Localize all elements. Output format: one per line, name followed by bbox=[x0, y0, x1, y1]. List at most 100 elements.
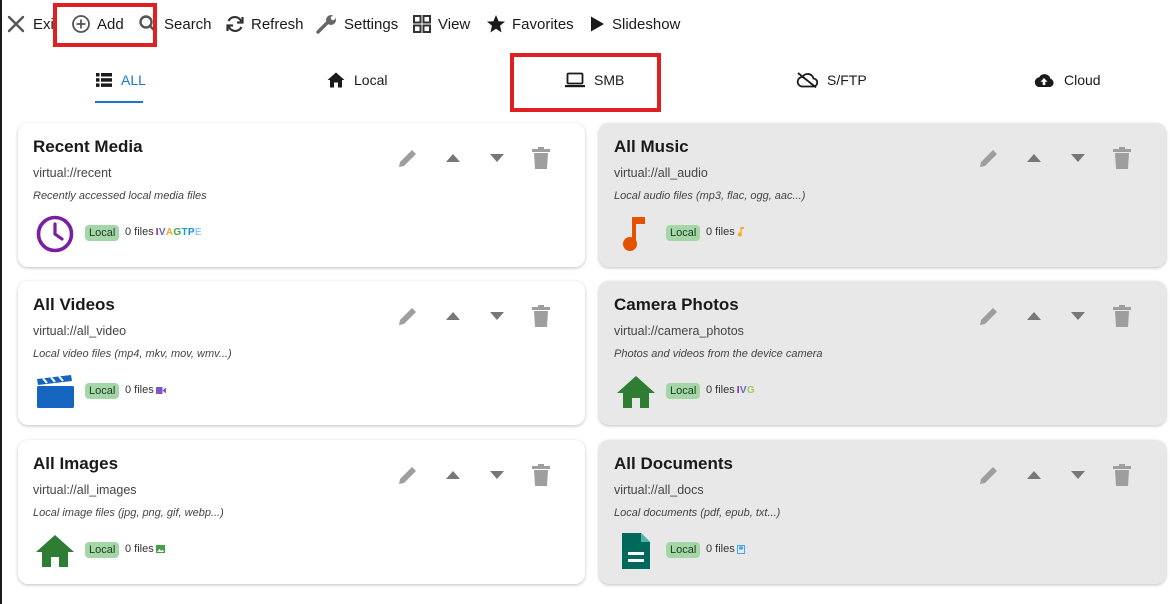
move-up-button[interactable] bbox=[440, 303, 466, 329]
delete-button[interactable] bbox=[1109, 303, 1135, 329]
library-card-all-videos[interactable]: All Videos virtual://all_video Local vid… bbox=[18, 281, 585, 425]
library-card-all-images[interactable]: All Images virtual://all_images Local im… bbox=[18, 440, 585, 584]
slideshow-button[interactable]: Slideshow bbox=[588, 9, 680, 39]
card-actions bbox=[966, 303, 1166, 329]
exit-label: Exi bbox=[33, 15, 54, 33]
file-count-text: 0 files bbox=[706, 543, 735, 555]
file-count-text: 0 files bbox=[125, 543, 154, 555]
card-path: virtual://all_video bbox=[33, 324, 127, 338]
pencil-icon bbox=[399, 467, 416, 484]
move-up-button[interactable] bbox=[1021, 303, 1047, 329]
edit-button[interactable] bbox=[395, 145, 421, 171]
source-badge: Local bbox=[85, 542, 120, 558]
move-up-button[interactable] bbox=[1021, 462, 1047, 488]
pencil-icon bbox=[399, 308, 416, 325]
trash-icon bbox=[1113, 464, 1131, 486]
trash-icon bbox=[532, 305, 550, 327]
settings-button[interactable]: Settings bbox=[316, 9, 398, 39]
delete-button[interactable] bbox=[528, 462, 554, 488]
card-path: virtual://all_audio bbox=[614, 166, 708, 180]
tab-all[interactable]: ALL bbox=[96, 72, 146, 88]
add-button[interactable]: Add bbox=[71, 9, 124, 39]
close-icon bbox=[7, 15, 25, 33]
tab-cloud[interactable]: Cloud bbox=[1033, 72, 1101, 88]
trash-icon bbox=[1113, 305, 1131, 327]
library-card-camera-photos[interactable]: Camera Photos virtual://camera_photos Ph… bbox=[599, 281, 1166, 425]
card-description: Local documents (pdf, epub, txt...) bbox=[614, 507, 781, 519]
edit-button[interactable] bbox=[976, 145, 1002, 171]
card-title: Camera Photos bbox=[614, 295, 739, 314]
tab-label: Cloud bbox=[1064, 72, 1101, 88]
search-button[interactable]: Search bbox=[138, 9, 212, 39]
card-description: Local audio files (mp3, flac, ogg, aac..… bbox=[614, 190, 806, 202]
library-card-recent-media[interactable]: Recent Media virtual://recent Recently a… bbox=[18, 123, 585, 267]
move-down-button[interactable] bbox=[484, 462, 510, 488]
exit-button[interactable]: Exi bbox=[7, 9, 54, 39]
delete-button[interactable] bbox=[1109, 145, 1135, 171]
move-down-button[interactable] bbox=[484, 303, 510, 329]
star-icon bbox=[487, 15, 505, 33]
card-title: All Videos bbox=[33, 295, 115, 314]
edit-button[interactable] bbox=[395, 303, 421, 329]
favorites-button[interactable]: Favorites bbox=[486, 9, 574, 39]
library-card-all-documents[interactable]: All Documents virtual://all_docs Local d… bbox=[599, 440, 1166, 584]
card-title: All Documents bbox=[614, 454, 734, 473]
slideshow-label: Slideshow bbox=[612, 15, 681, 33]
delete-button[interactable] bbox=[528, 145, 554, 171]
tab-smb[interactable]: SMB bbox=[565, 72, 624, 88]
move-down-button[interactable] bbox=[1065, 303, 1091, 329]
card-title: All Images bbox=[33, 454, 119, 473]
tab-local[interactable]: Local bbox=[327, 72, 387, 88]
card-path: virtual://all_images bbox=[33, 483, 137, 497]
tab-sftp[interactable]: S/FTP bbox=[796, 72, 867, 88]
caret-up-icon bbox=[446, 312, 460, 320]
pencil-icon bbox=[399, 150, 416, 167]
delete-button[interactable] bbox=[528, 303, 554, 329]
card-actions bbox=[385, 462, 585, 488]
home-icon bbox=[614, 371, 658, 413]
move-down-button[interactable] bbox=[484, 145, 510, 171]
delete-button[interactable] bbox=[1109, 462, 1135, 488]
add-circle-icon bbox=[72, 15, 90, 33]
caret-down-icon bbox=[1071, 312, 1085, 320]
card-description: Local image files (jpg, png, gif, webp..… bbox=[33, 507, 224, 519]
edit-button[interactable] bbox=[976, 462, 1002, 488]
library-card-all-music[interactable]: All Music virtual://all_audio Local audi… bbox=[599, 123, 1166, 267]
edit-button[interactable] bbox=[395, 462, 421, 488]
card-actions bbox=[966, 462, 1166, 488]
list-icon bbox=[96, 73, 112, 87]
document-type-icon bbox=[736, 544, 745, 554]
move-down-button[interactable] bbox=[1065, 462, 1091, 488]
cloud-off-icon bbox=[796, 72, 818, 88]
laptop-icon bbox=[565, 72, 585, 88]
add-label: Add bbox=[97, 15, 124, 33]
caret-up-icon bbox=[1027, 312, 1041, 320]
card-description: Recently accessed local media files bbox=[33, 190, 207, 202]
video-type-icon bbox=[155, 386, 166, 394]
refresh-icon bbox=[226, 15, 244, 33]
refresh-button[interactable]: Refresh bbox=[225, 9, 304, 39]
card-actions bbox=[966, 145, 1166, 171]
move-down-button[interactable] bbox=[1065, 145, 1091, 171]
image-type-icon bbox=[155, 545, 165, 553]
file-count: 0 files bbox=[125, 384, 166, 396]
trash-icon bbox=[532, 464, 550, 486]
wrench-icon bbox=[316, 15, 336, 34]
source-badge: Local bbox=[85, 225, 120, 241]
move-up-button[interactable] bbox=[440, 462, 466, 488]
caret-down-icon bbox=[490, 312, 504, 320]
caret-up-icon bbox=[1027, 471, 1041, 479]
card-path: virtual://camera_photos bbox=[614, 324, 744, 338]
card-title: All Music bbox=[614, 137, 689, 156]
move-up-button[interactable] bbox=[440, 145, 466, 171]
home-icon bbox=[33, 530, 77, 572]
card-path: virtual://recent bbox=[33, 166, 112, 180]
pencil-icon bbox=[980, 308, 997, 325]
file-count: 0 files bbox=[706, 543, 745, 555]
view-button[interactable]: View bbox=[412, 9, 470, 39]
move-up-button[interactable] bbox=[1021, 145, 1047, 171]
file-count-text: 0 files bbox=[706, 384, 735, 396]
clapperboard-icon bbox=[33, 371, 77, 413]
edit-button[interactable] bbox=[976, 303, 1002, 329]
home-icon bbox=[327, 72, 345, 88]
